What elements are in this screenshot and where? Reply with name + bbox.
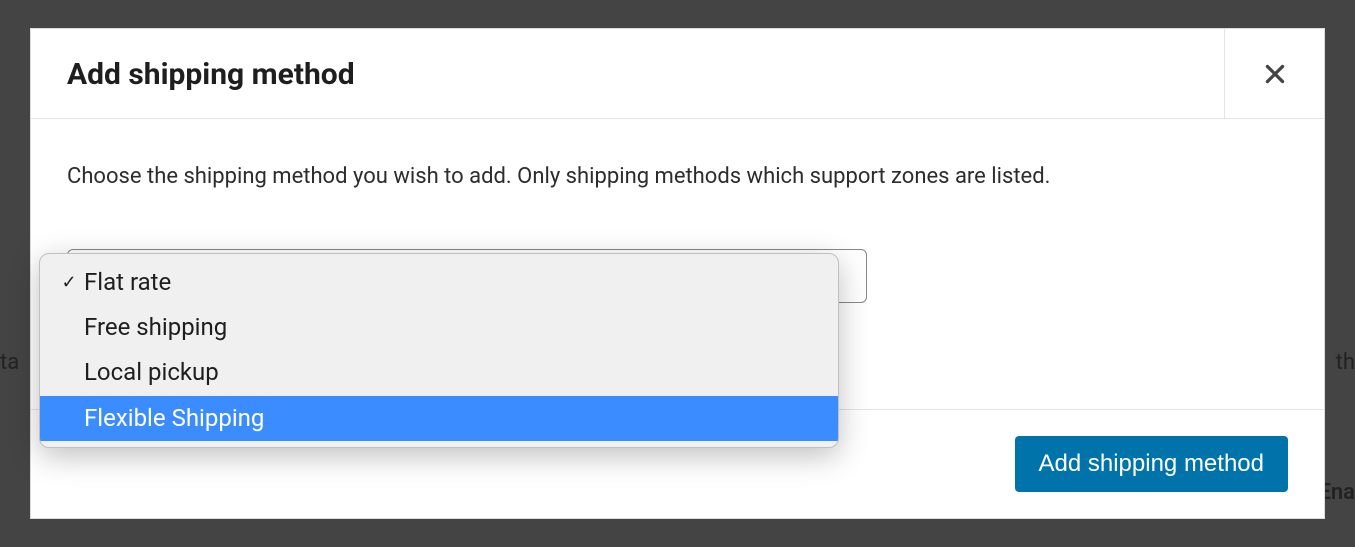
close-button[interactable] (1224, 29, 1324, 118)
background-text-right-1: th (1336, 350, 1355, 375)
dropdown-option-free-shipping[interactable]: Free shipping (40, 305, 838, 350)
add-shipping-method-button[interactable]: Add shipping method (1015, 436, 1289, 492)
dropdown-option-label: Flat rate (84, 264, 171, 301)
dropdown-option-label: Local pickup (84, 354, 219, 391)
dropdown-option-flexible-shipping[interactable]: Flexible Shipping (40, 396, 838, 441)
shipping-method-dropdown: ✓ Flat rate Free shipping Local pickup F… (39, 253, 839, 448)
check-icon: ✓ (54, 269, 84, 297)
modal-header: Add shipping method (31, 29, 1324, 119)
close-icon (1262, 61, 1288, 87)
modal-body: Choose the shipping method you wish to a… (31, 119, 1324, 409)
dropdown-option-label: Flexible Shipping (84, 400, 264, 437)
add-shipping-method-modal: Add shipping method Choose the shipping … (30, 28, 1325, 519)
instruction-text: Choose the shipping method you wish to a… (67, 164, 1288, 189)
dropdown-option-label: Free shipping (84, 309, 227, 346)
dropdown-option-flat-rate[interactable]: ✓ Flat rate (40, 260, 838, 305)
modal-title: Add shipping method (31, 29, 1224, 118)
dropdown-option-local-pickup[interactable]: Local pickup (40, 350, 838, 395)
background-text-left: ta (0, 350, 19, 375)
